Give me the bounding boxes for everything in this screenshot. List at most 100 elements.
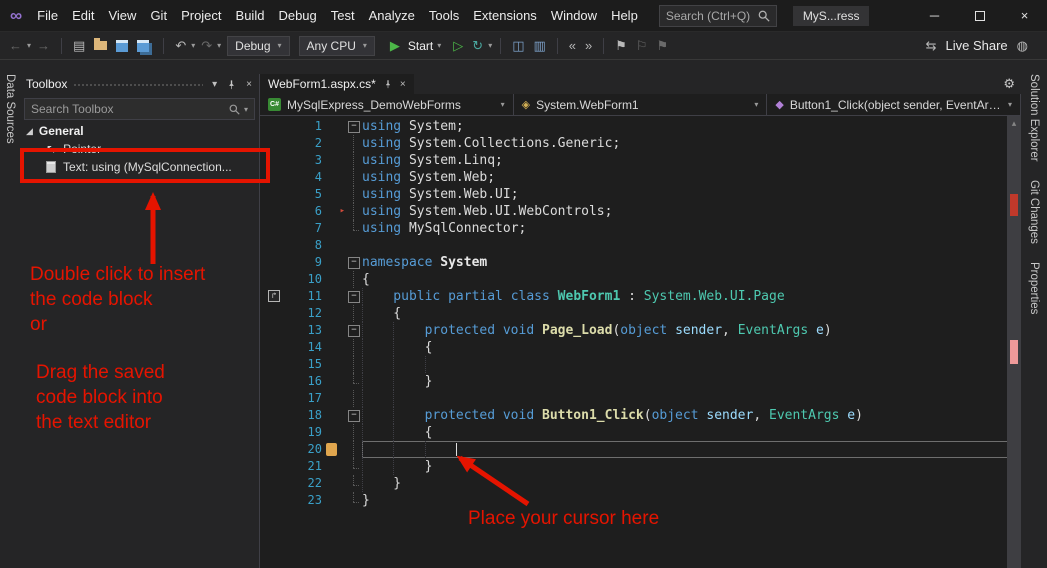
menu-item-tools[interactable]: Tools — [422, 0, 466, 32]
menu-item-build[interactable]: Build — [229, 0, 272, 32]
close-tab-icon[interactable]: × — [400, 79, 406, 90]
menu-item-view[interactable]: View — [101, 0, 143, 32]
gear-icon[interactable]: ⚙ — [997, 76, 1021, 92]
code-line[interactable]: 17 — [260, 390, 1021, 407]
project-dropdown[interactable]: C# MySqlExpress_DemoWebForms ▾ — [260, 94, 514, 115]
feedback-icon[interactable]: ◍ — [1014, 35, 1031, 57]
chevron-down-icon[interactable]: ▾ — [244, 105, 248, 114]
toolbox-item-pointer[interactable]: ↖ Pointer — [20, 140, 259, 158]
menu-item-debug[interactable]: Debug — [271, 0, 323, 32]
chevron-down-icon[interactable]: ▾ — [191, 41, 195, 50]
maximize-button[interactable] — [957, 0, 1002, 32]
indent-icon[interactable]: » — [582, 35, 595, 57]
toolbox-item-text-snippet[interactable]: Text: using (MySqlConnection... — [20, 158, 259, 176]
code-line[interactable]: 5 using System.Web.UI; — [260, 186, 1021, 203]
tab-properties[interactable]: Properties — [1028, 262, 1040, 314]
tab-git-changes[interactable]: Git Changes — [1028, 180, 1040, 244]
toolbox-section-general[interactable]: ◢ General — [20, 122, 259, 140]
platform-dropdown[interactable]: Any CPU ▾ — [298, 35, 375, 56]
undo-icon[interactable]: ↶ — [172, 35, 189, 57]
editor-scrollbar[interactable]: ▴ — [1007, 116, 1021, 568]
code-line[interactable]: 4 using System.Web; — [260, 169, 1021, 186]
open-file-icon[interactable] — [94, 38, 108, 50]
code-line[interactable]: 15 — [260, 356, 1021, 373]
menu-item-edit[interactable]: Edit — [65, 0, 101, 32]
live-share-button[interactable]: ⇆ Live Share ◍ — [923, 35, 1041, 57]
code-line[interactable]: 20 — [260, 441, 1021, 458]
code-line[interactable]: 10{ — [260, 271, 1021, 288]
hot-reload-icon[interactable]: ↻ — [469, 35, 486, 57]
fold-collapse-icon[interactable] — [346, 254, 362, 271]
chevron-down-icon[interactable]: ▾ — [217, 41, 221, 50]
menu-item-test[interactable]: Test — [324, 0, 362, 32]
bookmark-next-icon[interactable]: ⚑ — [654, 35, 672, 57]
fold-collapse-icon[interactable] — [346, 322, 362, 339]
bookmark-prev-icon[interactable]: ⚐ — [633, 35, 651, 57]
code-line[interactable]: 3 using System.Linq; — [260, 152, 1021, 169]
line-number: 22 — [307, 476, 322, 490]
debug-target-dropdown[interactable]: Debug ▾ — [227, 35, 290, 56]
member-dropdown[interactable]: ◆ Button1_Click(object sender, EventArgs… — [767, 94, 1022, 115]
code-line[interactable]: 18protected void Button1_Click(object se… — [260, 407, 1021, 424]
save-all-icon[interactable] — [137, 39, 150, 52]
fold-collapse-icon[interactable] — [346, 118, 362, 135]
code-line[interactable]: 19{ — [260, 424, 1021, 441]
code-line[interactable]: 8 — [260, 237, 1021, 254]
document-panel-icon[interactable]: ◫ — [509, 35, 527, 57]
chevron-down-icon[interactable]: ▾ — [27, 41, 31, 50]
chevron-down-icon[interactable]: ▾ — [488, 41, 492, 50]
editor-navigation-bar: C# MySqlExpress_DemoWebForms ▾ ◈ System.… — [260, 94, 1022, 116]
navigate-forward-icon[interactable]: → — [34, 35, 53, 57]
menu-item-project[interactable]: Project — [174, 0, 228, 32]
code-line[interactable]: 13protected void Page_Load(object sender… — [260, 322, 1021, 339]
code-editor[interactable]: 1using System;2using System.Collections.… — [260, 116, 1021, 568]
drag-grip[interactable] — [73, 82, 204, 88]
start-without-debugging-icon[interactable]: ▷ — [450, 35, 466, 57]
code-line[interactable]: 2 using System.Collections.Generic; — [260, 135, 1021, 152]
pin-icon[interactable] — [226, 79, 237, 90]
close-button[interactable]: × — [1002, 0, 1047, 32]
start-debugging-button[interactable]: ▶ Start ▾ — [381, 33, 447, 59]
code-line[interactable]: 14{ — [260, 339, 1021, 356]
menu-item-file[interactable]: File — [30, 0, 65, 32]
minimize-button[interactable]: ─ — [912, 0, 957, 32]
menu-item-window[interactable]: Window — [544, 0, 604, 32]
pin-icon[interactable] — [383, 79, 393, 89]
menu-item-analyze[interactable]: Analyze — [362, 0, 422, 32]
close-panel-icon[interactable]: × — [243, 79, 255, 90]
new-item-icon[interactable]: ▤ — [70, 35, 88, 57]
code-line[interactable]: ↱11public partial class WebForm1 : Syste… — [260, 288, 1021, 305]
code-line[interactable]: 9namespace System — [260, 254, 1021, 271]
fold-guide — [346, 220, 362, 237]
menu-item-git[interactable]: Git — [143, 0, 174, 32]
toolbox-search-input[interactable]: Search Toolbox ▾ — [24, 98, 255, 120]
redo-icon[interactable]: ↷ — [198, 35, 215, 57]
type-dropdown[interactable]: ◈ System.WebForm1 ▾ — [514, 94, 768, 115]
code-line[interactable]: 7 using MySqlConnector; — [260, 220, 1021, 237]
code-line[interactable]: 21} — [260, 458, 1021, 475]
tab-data-sources[interactable]: Data Sources — [4, 74, 16, 144]
scroll-up-icon[interactable]: ▴ — [1007, 116, 1021, 130]
code-line[interactable]: 22} — [260, 475, 1021, 492]
code-line[interactable]: 6 ▸ using System.Web.UI.WebControls; — [260, 203, 1021, 220]
navigate-back-icon[interactable]: ← — [6, 35, 25, 57]
code-line[interactable]: 16} — [260, 373, 1021, 390]
split-panel-icon[interactable]: ▥ — [531, 35, 549, 57]
chevron-down-icon[interactable]: ▾ — [209, 79, 220, 90]
tab-solution-explorer[interactable]: Solution Explorer — [1028, 74, 1040, 162]
bookmark-icon[interactable]: ⚑ — [612, 35, 630, 57]
code-line[interactable]: 12{ — [260, 305, 1021, 322]
quick-search-box[interactable]: Search (Ctrl+Q) — [658, 4, 777, 27]
outdent-icon[interactable]: « — [566, 35, 579, 57]
save-icon[interactable] — [116, 39, 129, 52]
menu-item-help[interactable]: Help — [604, 0, 645, 32]
menu-item-extensions[interactable]: Extensions — [466, 0, 544, 32]
toolbox-header[interactable]: Toolbox ▾ × — [20, 74, 259, 94]
fold-collapse-icon[interactable] — [346, 288, 362, 305]
margin-glyph-icon[interactable]: ↱ — [268, 290, 280, 302]
tab-webform1[interactable]: WebForm1.aspx.cs* × — [260, 74, 414, 94]
fold-guide — [346, 373, 362, 390]
fold-collapse-icon[interactable] — [346, 407, 362, 424]
code-line[interactable]: 23} — [260, 492, 1021, 509]
code-line[interactable]: 1using System; — [260, 118, 1021, 135]
